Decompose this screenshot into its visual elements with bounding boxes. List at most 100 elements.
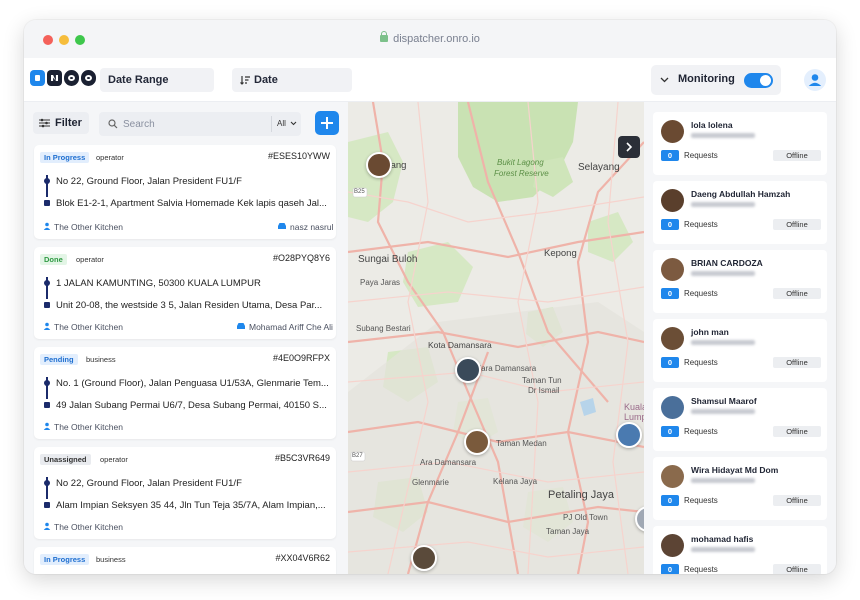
- customer-icon: [43, 222, 51, 230]
- map-label: Dr Ismail: [528, 386, 560, 395]
- onro-logo[interactable]: [30, 70, 96, 86]
- order-card[interactable]: Unassigned operator #B5C3VR649 No 22, Gr…: [34, 447, 336, 539]
- order-card[interactable]: Pending business #4E0O9RFPX No. 1 (Groun…: [34, 347, 336, 439]
- logo-mark: [30, 70, 45, 86]
- status-badge: Done: [40, 254, 67, 265]
- avatar: [661, 396, 684, 419]
- driver-map-pin[interactable]: [616, 422, 642, 448]
- status-badge: In Progress: [40, 152, 90, 163]
- order-id: #XX04V6R62: [275, 553, 330, 563]
- driver-phone-redacted: [691, 478, 755, 483]
- driver-map-pin[interactable]: [455, 357, 481, 383]
- dropoff-marker: [44, 302, 50, 308]
- chevron-down-icon[interactable]: [660, 77, 669, 83]
- driver-phone-redacted: [691, 340, 755, 345]
- monitoring-control[interactable]: Monitoring: [651, 65, 781, 95]
- driver-name: nasz nasrul: [290, 222, 334, 232]
- map-label: Taman Jaya: [546, 527, 590, 536]
- filter-label: Filter: [55, 117, 82, 129]
- driver-phone-redacted: [691, 202, 755, 207]
- pickup-address: No 22, Ground Floor, Jalan President FU1…: [56, 478, 242, 489]
- driver-card[interactable]: lola lolena 0 Requests Offline: [653, 112, 827, 175]
- avatar: [661, 120, 684, 143]
- status-badge: Offline: [773, 426, 821, 437]
- customer-name: The Other Kitchen: [54, 522, 123, 532]
- map-label: Selayang: [578, 162, 620, 173]
- map-label: Sungai Buloh: [358, 254, 418, 265]
- dropoff-marker: [44, 402, 50, 408]
- order-card[interactable]: In Progress business #XX04V6R62: [34, 547, 336, 574]
- order-type: operator: [96, 153, 124, 162]
- date-label: Date: [254, 74, 278, 86]
- map-label: PJ Old Town: [563, 513, 608, 522]
- order-id: #O28PYQ8Y6: [272, 253, 330, 263]
- map-label: Kuala Lumpur: [624, 402, 644, 422]
- driver-name: lola lolena: [691, 120, 733, 130]
- monitoring-toggle[interactable]: [744, 73, 773, 88]
- status-badge: Offline: [773, 495, 821, 506]
- map-view[interactable]: B25 B27 Kuang Bukit Lagong Forest Reserv…: [348, 102, 644, 574]
- status-badge: Offline: [773, 564, 821, 574]
- driver-name: Daeng Abdullah Hamzah: [691, 189, 791, 199]
- date-sort-button[interactable]: Date: [232, 68, 352, 92]
- requests-count: 0: [661, 150, 679, 161]
- status-badge: Pending: [40, 354, 78, 365]
- order-id: #B5C3VR649: [274, 453, 330, 463]
- map-label: Kepong: [544, 248, 577, 259]
- status-badge: Unassigned: [40, 454, 91, 465]
- filter-button[interactable]: Filter: [33, 112, 89, 134]
- search-scope-select[interactable]: All: [277, 112, 297, 136]
- driver-name: Mohamad Ariff Che Ali: [249, 322, 333, 332]
- driver-phone-redacted: [691, 133, 755, 138]
- drivers-panel: lola lolena 0 Requests Offline Daeng Abd…: [644, 102, 836, 574]
- order-id: #ESES10YWW: [267, 151, 330, 161]
- avatar: [661, 534, 684, 557]
- order-card[interactable]: Done operator #O28PYQ8Y6 1 JALAN KAMUNTI…: [34, 247, 336, 339]
- driver-map-pin[interactable]: [411, 545, 437, 571]
- lock-icon: [380, 31, 389, 42]
- orders-panel: Filter All In Progress operator #ESES10Y…: [24, 102, 348, 574]
- status-badge: Offline: [773, 357, 821, 368]
- user-icon: [808, 74, 822, 86]
- order-card[interactable]: In Progress operator #ESES10YWW No 22, G…: [34, 145, 336, 239]
- add-order-button[interactable]: [315, 111, 339, 135]
- pickup-address: 1 JALAN KAMUNTING, 50300 KUALA LUMPUR: [56, 278, 261, 289]
- date-range-picker[interactable]: Date Range: [100, 68, 214, 92]
- order-type: business: [86, 355, 116, 364]
- pickup-marker: [44, 178, 50, 184]
- requests-label: Requests: [684, 565, 718, 574]
- driver-phone-redacted: [691, 271, 755, 276]
- order-type: operator: [100, 455, 128, 464]
- requests-label: Requests: [684, 289, 718, 298]
- search-divider: [271, 116, 272, 132]
- requests-count: 0: [661, 288, 679, 299]
- dropoff-marker: [44, 502, 50, 508]
- driver-name: Wira Hidayat Md Dom: [691, 465, 779, 475]
- map-label: Kelana Jaya: [493, 477, 538, 486]
- customer-icon: [43, 522, 51, 530]
- driver-card[interactable]: BRIAN CARDOZA 0 Requests Offline: [653, 250, 827, 313]
- pickup-marker: [44, 480, 50, 486]
- address-bar[interactable]: dispatcher.onro.io: [24, 31, 836, 45]
- driver-card[interactable]: Wira Hidayat Md Dom 0 Requests Offline: [653, 457, 827, 520]
- chevron-down-icon: [290, 121, 297, 126]
- app-header: Date Range Date Monitoring: [24, 58, 836, 102]
- driver-name: Shamsul Maarof: [691, 396, 757, 406]
- chevron-right-icon: [626, 142, 633, 152]
- map-label: Subang Bestari: [356, 324, 411, 333]
- car-icon: [278, 223, 286, 229]
- driver-map-pin[interactable]: [366, 152, 392, 178]
- dropoff-address: Blok E1-2-1, Apartment Salvia Homemade K…: [56, 198, 327, 209]
- search-input[interactable]: [123, 112, 263, 136]
- driver-map-pin[interactable]: [464, 429, 490, 455]
- driver-card[interactable]: Daeng Abdullah Hamzah 0 Requests Offline: [653, 181, 827, 244]
- requests-count: 0: [661, 426, 679, 437]
- map-label: Taman Tun: [522, 376, 562, 385]
- driver-name: john man: [691, 327, 729, 337]
- driver-card[interactable]: john man 0 Requests Offline: [653, 319, 827, 382]
- driver-card[interactable]: mohamad hafis 0 Requests Offline: [653, 526, 827, 574]
- collapse-panel-button[interactable]: [618, 136, 640, 158]
- user-avatar-button[interactable]: [804, 69, 826, 91]
- driver-card[interactable]: Shamsul Maarof 0 Requests Offline: [653, 388, 827, 451]
- requests-count: 0: [661, 357, 679, 368]
